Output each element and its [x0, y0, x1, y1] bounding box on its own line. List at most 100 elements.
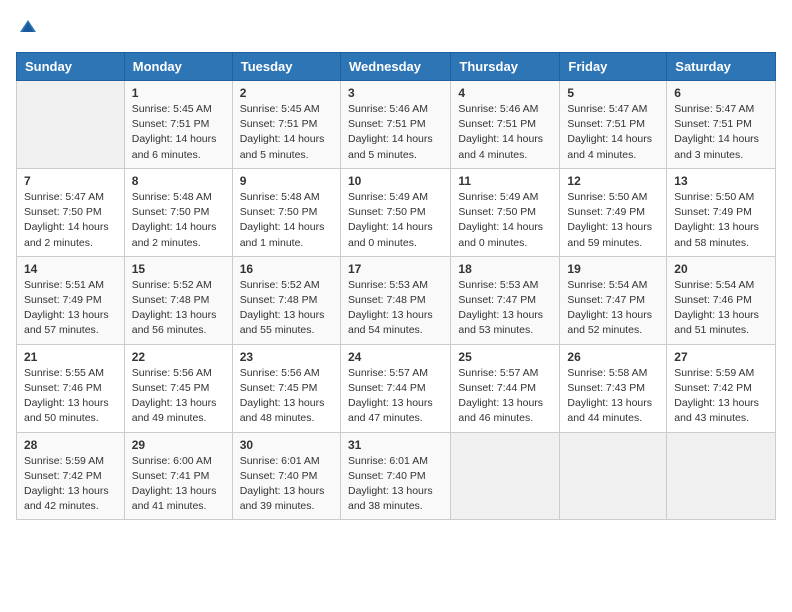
day-number: 28 — [24, 438, 117, 452]
calendar-cell: 7 Sunrise: 5:47 AM Sunset: 7:50 PM Daylig… — [17, 168, 125, 256]
day-number: 1 — [132, 86, 225, 100]
calendar-weekday-tuesday: Tuesday — [232, 53, 340, 81]
day-number: 27 — [674, 350, 768, 364]
calendar-cell: 4Sunrise: 5:46 AM Sunset: 7:51 PM Daylig… — [451, 81, 560, 169]
day-info: Sunrise: 5:49 AM Sunset: 7:50 PM Dayligh… — [458, 190, 552, 251]
day-info: Sunrise: 5:51 AM Sunset: 7:49 PM Dayligh… — [24, 278, 117, 339]
day-info: Sunrise: 6:01 AM Sunset: 7:40 PM Dayligh… — [348, 454, 443, 515]
day-info: Sunrise: 5:54 AM Sunset: 7:46 PM Dayligh… — [674, 278, 768, 339]
calendar-cell: 15 Sunrise: 5:52 AM Sunset: 7:48 PM Dayli… — [124, 256, 232, 344]
calendar-weekday-sunday: Sunday — [17, 53, 125, 81]
calendar-cell: 5 Sunrise: 5:47 AM Sunset: 7:51 PM Daylig… — [560, 81, 667, 169]
calendar-cell: 24 Sunrise: 5:57 AM Sunset: 7:44 PM Dayli… — [340, 344, 450, 432]
day-number: 26 — [567, 350, 659, 364]
calendar-cell: 11 Sunrise: 5:49 AM Sunset: 7:50 PM Dayli… — [451, 168, 560, 256]
calendar-cell: 3 Sunrise: 5:46 AM Sunset: 7:51 PM Daylig… — [340, 81, 450, 169]
calendar-cell: 10Sunrise: 5:49 AM Sunset: 7:50 PM Dayli… — [340, 168, 450, 256]
calendar-weekday-saturday: Saturday — [667, 53, 776, 81]
day-info: Sunrise: 5:46 AM Sunset: 7:51 PM Dayligh… — [348, 102, 443, 163]
day-info: Sunrise: 5:47 AM Sunset: 7:50 PM Dayligh… — [24, 190, 117, 251]
day-info: Sunrise: 5:49 AM Sunset: 7:50 PM Dayligh… — [348, 190, 443, 251]
calendar-cell — [560, 432, 667, 520]
calendar-cell: 25 Sunrise: 5:57 AM Sunset: 7:44 PM Dayli… — [451, 344, 560, 432]
day-number: 29 — [132, 438, 225, 452]
page-header — [16, 16, 776, 40]
calendar-cell: 1 Sunrise: 5:45 AM Sunset: 7:51 PM Daylig… — [124, 81, 232, 169]
calendar-cell — [667, 432, 776, 520]
calendar-cell: 14 Sunrise: 5:51 AM Sunset: 7:49 PM Dayli… — [17, 256, 125, 344]
calendar-weekday-friday: Friday — [560, 53, 667, 81]
calendar-cell: 18Sunrise: 5:53 AM Sunset: 7:47 PM Dayli… — [451, 256, 560, 344]
calendar-cell — [17, 81, 125, 169]
day-info: Sunrise: 5:56 AM Sunset: 7:45 PM Dayligh… — [240, 366, 333, 427]
day-number: 2 — [240, 86, 333, 100]
calendar-cell: 12 Sunrise: 5:50 AM Sunset: 7:49 PM Dayli… — [560, 168, 667, 256]
day-info: Sunrise: 5:57 AM Sunset: 7:44 PM Dayligh… — [458, 366, 552, 427]
day-number: 13 — [674, 174, 768, 188]
calendar-cell: 26 Sunrise: 5:58 AM Sunset: 7:43 PM Dayli… — [560, 344, 667, 432]
calendar-cell: 20 Sunrise: 5:54 AM Sunset: 7:46 PM Dayli… — [667, 256, 776, 344]
day-info: Sunrise: 5:55 AM Sunset: 7:46 PM Dayligh… — [24, 366, 117, 427]
day-info: Sunrise: 5:50 AM Sunset: 7:49 PM Dayligh… — [674, 190, 768, 251]
calendar-week-row: 14 Sunrise: 5:51 AM Sunset: 7:49 PM Dayli… — [17, 256, 776, 344]
day-info: Sunrise: 5:47 AM Sunset: 7:51 PM Dayligh… — [674, 102, 768, 163]
calendar-cell: 6 Sunrise: 5:47 AM Sunset: 7:51 PM Daylig… — [667, 81, 776, 169]
calendar-cell: 19 Sunrise: 5:54 AM Sunset: 7:47 PM Dayli… — [560, 256, 667, 344]
day-number: 6 — [674, 86, 768, 100]
day-number: 5 — [567, 86, 659, 100]
calendar-cell: 16 Sunrise: 5:52 AM Sunset: 7:48 PM Dayli… — [232, 256, 340, 344]
calendar-week-row: 7 Sunrise: 5:47 AM Sunset: 7:50 PM Daylig… — [17, 168, 776, 256]
calendar-week-row: 28Sunrise: 5:59 AM Sunset: 7:42 PM Dayli… — [17, 432, 776, 520]
calendar-cell: 9 Sunrise: 5:48 AM Sunset: 7:50 PM Daylig… — [232, 168, 340, 256]
calendar-cell: 2Sunrise: 5:45 AM Sunset: 7:51 PM Daylig… — [232, 81, 340, 169]
calendar-cell — [451, 432, 560, 520]
day-number: 24 — [348, 350, 443, 364]
day-number: 9 — [240, 174, 333, 188]
day-info: Sunrise: 5:53 AM Sunset: 7:47 PM Dayligh… — [458, 278, 552, 339]
day-number: 16 — [240, 262, 333, 276]
day-info: Sunrise: 6:00 AM Sunset: 7:41 PM Dayligh… — [132, 454, 225, 515]
day-number: 11 — [458, 174, 552, 188]
day-number: 4 — [458, 86, 552, 100]
day-info: Sunrise: 5:57 AM Sunset: 7:44 PM Dayligh… — [348, 366, 443, 427]
calendar-cell: 31Sunrise: 6:01 AM Sunset: 7:40 PM Dayli… — [340, 432, 450, 520]
calendar-weekday-wednesday: Wednesday — [340, 53, 450, 81]
day-number: 7 — [24, 174, 117, 188]
day-number: 12 — [567, 174, 659, 188]
calendar-cell: 30 Sunrise: 6:01 AM Sunset: 7:40 PM Dayli… — [232, 432, 340, 520]
day-info: Sunrise: 5:50 AM Sunset: 7:49 PM Dayligh… — [567, 190, 659, 251]
day-info: Sunrise: 5:59 AM Sunset: 7:42 PM Dayligh… — [674, 366, 768, 427]
day-number: 25 — [458, 350, 552, 364]
calendar-cell: 21Sunrise: 5:55 AM Sunset: 7:46 PM Dayli… — [17, 344, 125, 432]
day-info: Sunrise: 6:01 AM Sunset: 7:40 PM Dayligh… — [240, 454, 333, 515]
day-number: 8 — [132, 174, 225, 188]
calendar-cell: 13 Sunrise: 5:50 AM Sunset: 7:49 PM Dayli… — [667, 168, 776, 256]
day-number: 15 — [132, 262, 225, 276]
calendar-header-row: SundayMondayTuesdayWednesdayThursdayFrid… — [17, 53, 776, 81]
calendar-cell: 17 Sunrise: 5:53 AM Sunset: 7:48 PM Dayli… — [340, 256, 450, 344]
day-number: 19 — [567, 262, 659, 276]
day-info: Sunrise: 5:52 AM Sunset: 7:48 PM Dayligh… — [240, 278, 333, 339]
day-info: Sunrise: 5:54 AM Sunset: 7:47 PM Dayligh… — [567, 278, 659, 339]
day-number: 30 — [240, 438, 333, 452]
day-info: Sunrise: 5:47 AM Sunset: 7:51 PM Dayligh… — [567, 102, 659, 163]
day-info: Sunrise: 5:58 AM Sunset: 7:43 PM Dayligh… — [567, 366, 659, 427]
day-number: 20 — [674, 262, 768, 276]
calendar-weekday-thursday: Thursday — [451, 53, 560, 81]
day-number: 23 — [240, 350, 333, 364]
day-info: Sunrise: 5:45 AM Sunset: 7:51 PM Dayligh… — [132, 102, 225, 163]
calendar-cell: 8 Sunrise: 5:48 AM Sunset: 7:50 PM Daylig… — [124, 168, 232, 256]
logo-icon — [16, 16, 40, 40]
day-number: 14 — [24, 262, 117, 276]
day-number: 3 — [348, 86, 443, 100]
calendar-week-row: 1 Sunrise: 5:45 AM Sunset: 7:51 PM Daylig… — [17, 81, 776, 169]
calendar-cell: 29 Sunrise: 6:00 AM Sunset: 7:41 PM Dayli… — [124, 432, 232, 520]
day-info: Sunrise: 5:53 AM Sunset: 7:48 PM Dayligh… — [348, 278, 443, 339]
day-info: Sunrise: 5:56 AM Sunset: 7:45 PM Dayligh… — [132, 366, 225, 427]
calendar-weekday-monday: Monday — [124, 53, 232, 81]
day-info: Sunrise: 5:48 AM Sunset: 7:50 PM Dayligh… — [132, 190, 225, 251]
calendar-cell: 22Sunrise: 5:56 AM Sunset: 7:45 PM Dayli… — [124, 344, 232, 432]
day-info: Sunrise: 5:52 AM Sunset: 7:48 PM Dayligh… — [132, 278, 225, 339]
day-number: 17 — [348, 262, 443, 276]
day-info: Sunrise: 5:48 AM Sunset: 7:50 PM Dayligh… — [240, 190, 333, 251]
